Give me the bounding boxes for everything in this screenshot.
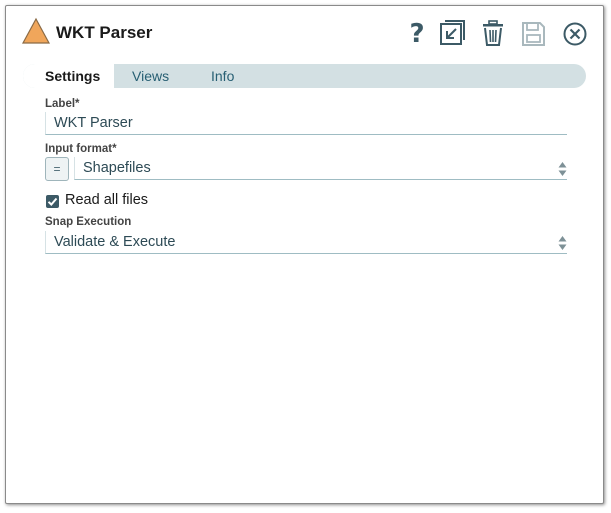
snap-settings-dialog: WKT Parser ? Settings Views Info Label* … [5, 5, 604, 504]
input-format-label: Input format* [45, 143, 117, 155]
tab-info[interactable]: Info [211, 64, 234, 88]
sort-arrows-icon [558, 236, 567, 250]
read-all-files-label: Read all files [65, 192, 149, 208]
checkmark-icon [47, 197, 58, 206]
triangle-warning-icon [22, 17, 50, 44]
snap-execution-value: Validate & Execute [54, 234, 176, 250]
tab-views[interactable]: Views [132, 64, 169, 88]
tab-bar: Settings Views Info [23, 64, 586, 88]
dialog-header: WKT Parser ? [6, 6, 603, 62]
expand-icon [440, 20, 465, 45]
label-input-value: WKT Parser [54, 115, 133, 131]
label-input[interactable]: WKT Parser [45, 112, 567, 135]
expand-button[interactable] [439, 19, 465, 47]
save-button[interactable] [520, 19, 546, 47]
input-format-value: Shapefiles [83, 160, 151, 176]
snap-execution-select[interactable]: Validate & Execute [45, 231, 567, 254]
snap-execution-label: Snap Execution [45, 216, 132, 228]
help-button[interactable]: ? [404, 19, 430, 49]
input-format-select[interactable]: Shapefiles [74, 157, 567, 180]
tab-settings[interactable]: Settings [23, 64, 115, 88]
save-icon [522, 22, 545, 46]
label-field-label: Label* [45, 98, 80, 110]
dialog-title: WKT Parser [56, 23, 153, 42]
close-icon [563, 22, 587, 46]
question-icon: ? [409, 19, 424, 49]
sort-arrows-icon [558, 162, 567, 176]
delete-button[interactable] [480, 19, 506, 47]
expression-toggle-button[interactable]: = [45, 157, 69, 181]
trash-icon [483, 20, 503, 46]
close-button[interactable] [562, 19, 588, 47]
read-all-files-checkbox[interactable] [46, 195, 59, 208]
svg-text:?: ? [409, 19, 424, 47]
